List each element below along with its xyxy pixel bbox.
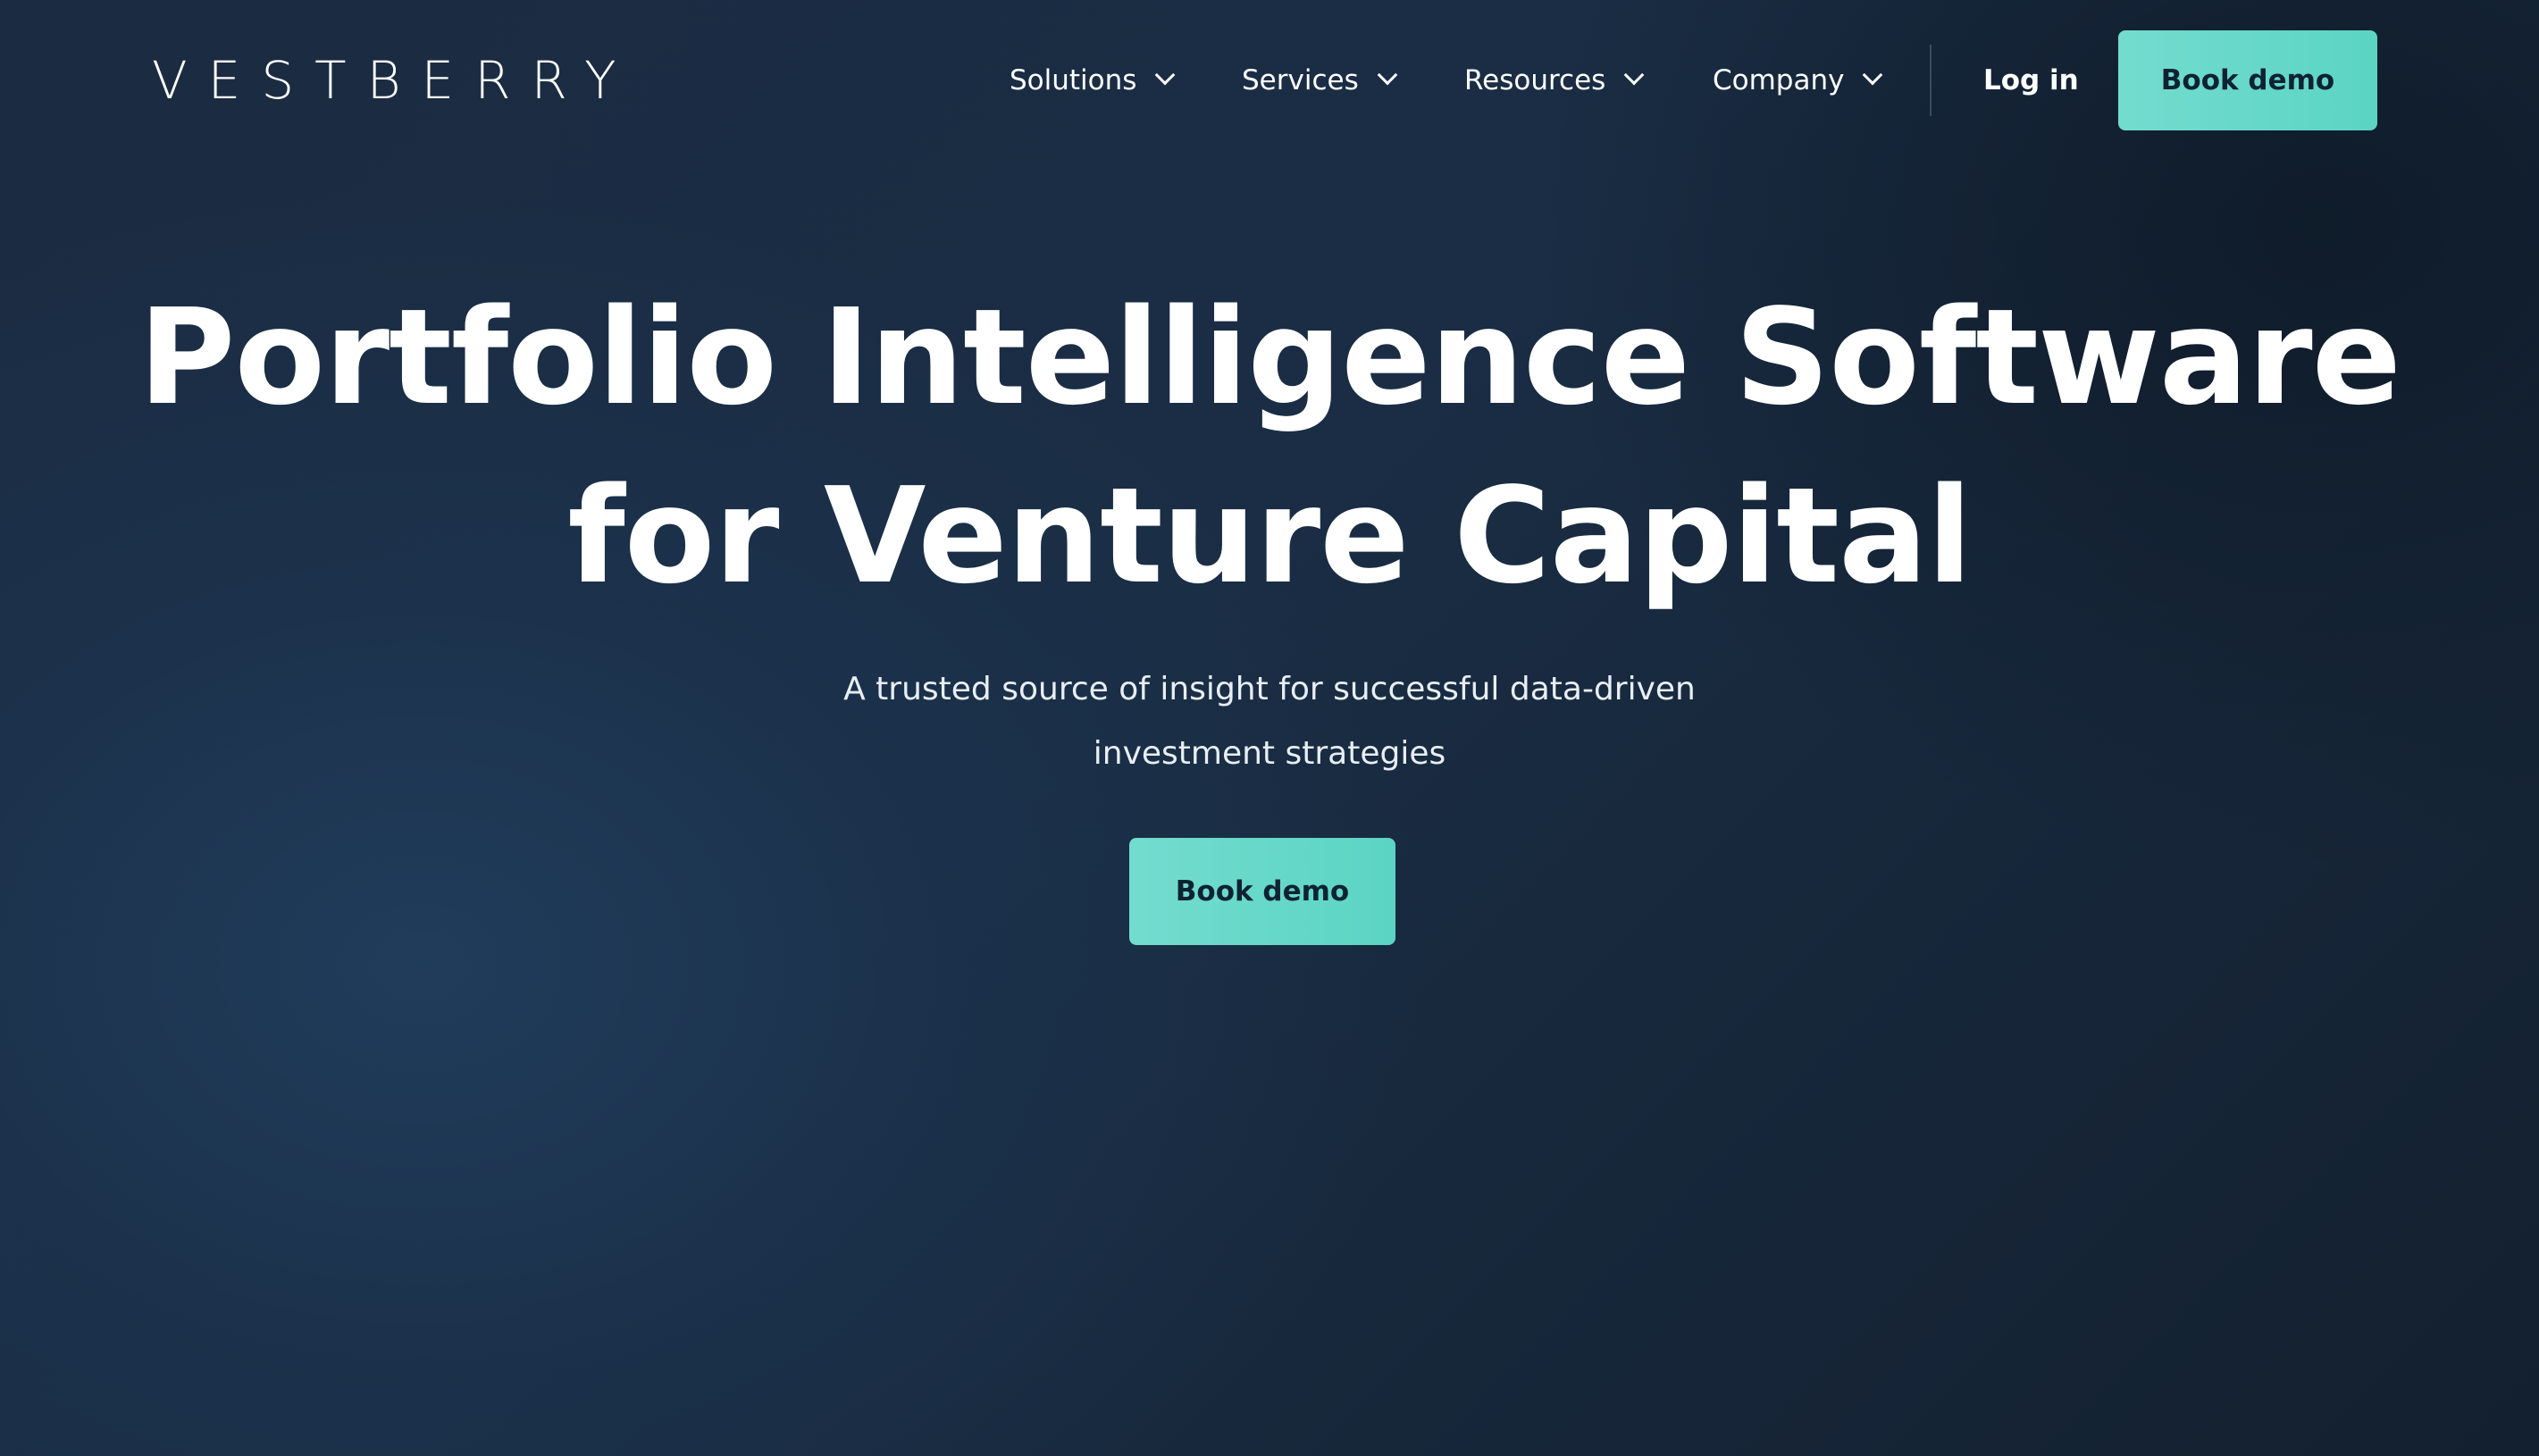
hero-subtitle-line-1: A trusted source of insight for successf… — [843, 671, 1696, 707]
book-demo-button[interactable]: Book demo — [2118, 30, 2377, 130]
nav-item-solutions[interactable]: Solutions — [1010, 52, 1176, 109]
hero-subtitle: A trusted source of insight for successf… — [0, 657, 2539, 786]
nav-item-services[interactable]: Services — [1242, 52, 1398, 109]
nav-item-company[interactable]: Company — [1713, 52, 1883, 109]
page-title-line-2: for Venture Capital — [567, 459, 1972, 613]
nav-item-resources[interactable]: Resources — [1464, 52, 1645, 109]
hero-subtitle-line-2: investment strategies — [1093, 735, 1446, 772]
nav-divider — [1930, 45, 1931, 116]
nav-item-label: Resources — [1464, 64, 1606, 96]
nav-item-label: Services — [1242, 64, 1359, 96]
chevron-down-icon — [1155, 64, 1176, 86]
chevron-down-icon — [1863, 64, 1883, 86]
login-link[interactable]: Log in — [1983, 52, 2079, 109]
page-title: Portfolio Intelligence Software for Vent… — [0, 268, 2539, 625]
nav-item-label: Company — [1713, 64, 1845, 96]
site-header: VESTBERRY Solutions Services Resources C… — [0, 0, 2539, 161]
chevron-down-icon — [1624, 64, 1645, 86]
vestberry-logo[interactable]: VESTBERRY — [152, 49, 637, 112]
chevron-down-icon — [1377, 64, 1398, 86]
nav-item-label: Solutions — [1010, 64, 1137, 96]
page-title-line-1: Portfolio Intelligence Software — [138, 280, 2401, 434]
hero-book-demo-button[interactable]: Book demo — [1129, 838, 1395, 945]
